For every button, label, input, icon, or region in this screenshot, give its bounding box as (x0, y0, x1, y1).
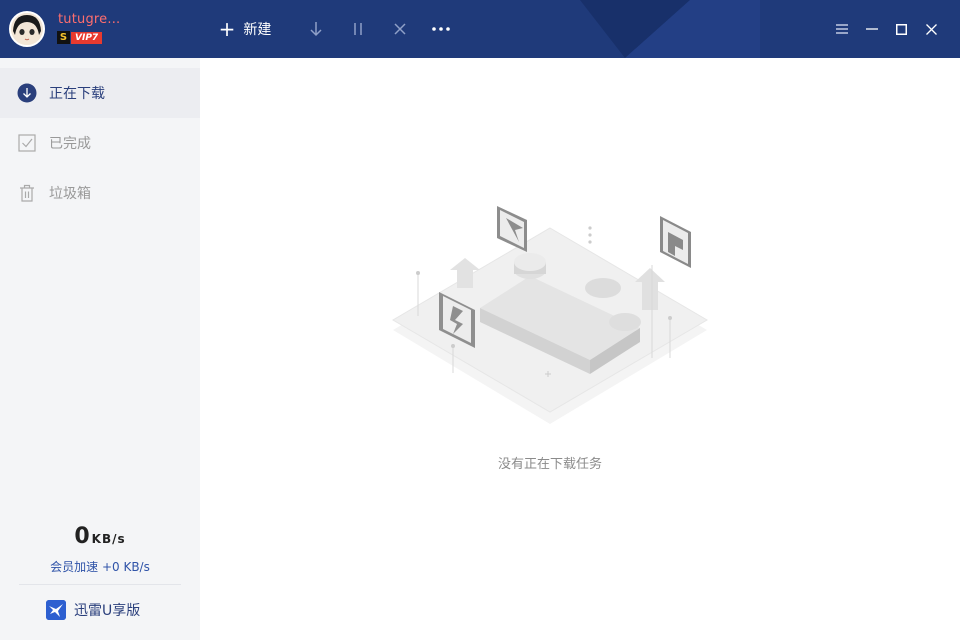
vip-s-mark: S (57, 31, 70, 44)
download-arrow-icon (310, 22, 322, 37)
plus-icon: + (218, 17, 236, 41)
more-dots-icon (432, 27, 450, 31)
u-share-label: 迅雷U享版 (74, 603, 141, 619)
avatar-face-icon (11, 13, 43, 45)
sidebar-item-label: 已完成 (49, 136, 91, 152)
download-circle-icon (17, 83, 37, 103)
minimize-icon (866, 28, 878, 30)
speed-unit: KB/s (91, 532, 126, 546)
more-button[interactable] (430, 18, 452, 40)
avatar[interactable] (9, 11, 45, 47)
title-bar: tutugre... S VIP7 + 新建 (0, 0, 960, 58)
sidebar-item-downloading[interactable]: 正在下载 (0, 68, 200, 118)
trash-icon (17, 183, 37, 203)
close-x-icon (394, 23, 406, 35)
main-content: 没有正在下载任务 (200, 58, 960, 640)
menu-button[interactable] (832, 19, 852, 39)
u-share-edition-link[interactable]: 迅雷U享版 (46, 599, 140, 621)
username[interactable]: tutugre... (58, 12, 120, 27)
cursor-tile-icon (497, 206, 527, 252)
vip-badge[interactable]: S VIP7 (57, 31, 103, 44)
p-tile-icon (660, 216, 691, 268)
download-speed: 0 KB/s (0, 524, 200, 549)
maximize-icon (895, 23, 907, 35)
thunder-bird-icon (46, 600, 66, 620)
delete-button[interactable] (389, 18, 411, 40)
titlebar-decoration (580, 0, 760, 58)
sidebar-item-completed[interactable]: 已完成 (0, 118, 200, 168)
sidebar: 正在下载 已完成 垃圾箱 0 KB/s 会员加速 +0 KB/s 迅雷U享版 (0, 58, 200, 640)
sidebar-item-label: 垃圾箱 (49, 186, 91, 202)
start-download-button[interactable] (305, 18, 327, 40)
thunder-app-window: tutugre... S VIP7 + 新建 正在下载 已完成 垃圾箱 0 KB… (0, 0, 960, 640)
close-icon (925, 23, 937, 35)
sidebar-item-trash[interactable]: 垃圾箱 (0, 168, 200, 218)
empty-state-illustration (392, 206, 708, 424)
pause-button[interactable] (347, 18, 369, 40)
menu-icon (836, 24, 848, 34)
speed-value: 0 (74, 524, 90, 549)
vip-level: VIP7 (71, 31, 103, 44)
sidebar-divider (19, 584, 181, 585)
minimize-button[interactable] (862, 19, 882, 39)
member-boost-text[interactable]: 会员加速 +0 KB/s (0, 558, 200, 575)
empty-state-message: 没有正在下载任务 (497, 457, 602, 472)
checkbox-icon (17, 133, 37, 153)
sidebar-item-label: 正在下载 (49, 86, 105, 102)
new-task-button[interactable]: + 新建 (216, 18, 274, 40)
new-task-label: 新建 (243, 22, 272, 38)
close-button[interactable] (921, 19, 941, 39)
maximize-button[interactable] (891, 19, 911, 39)
pause-icon (354, 23, 362, 35)
